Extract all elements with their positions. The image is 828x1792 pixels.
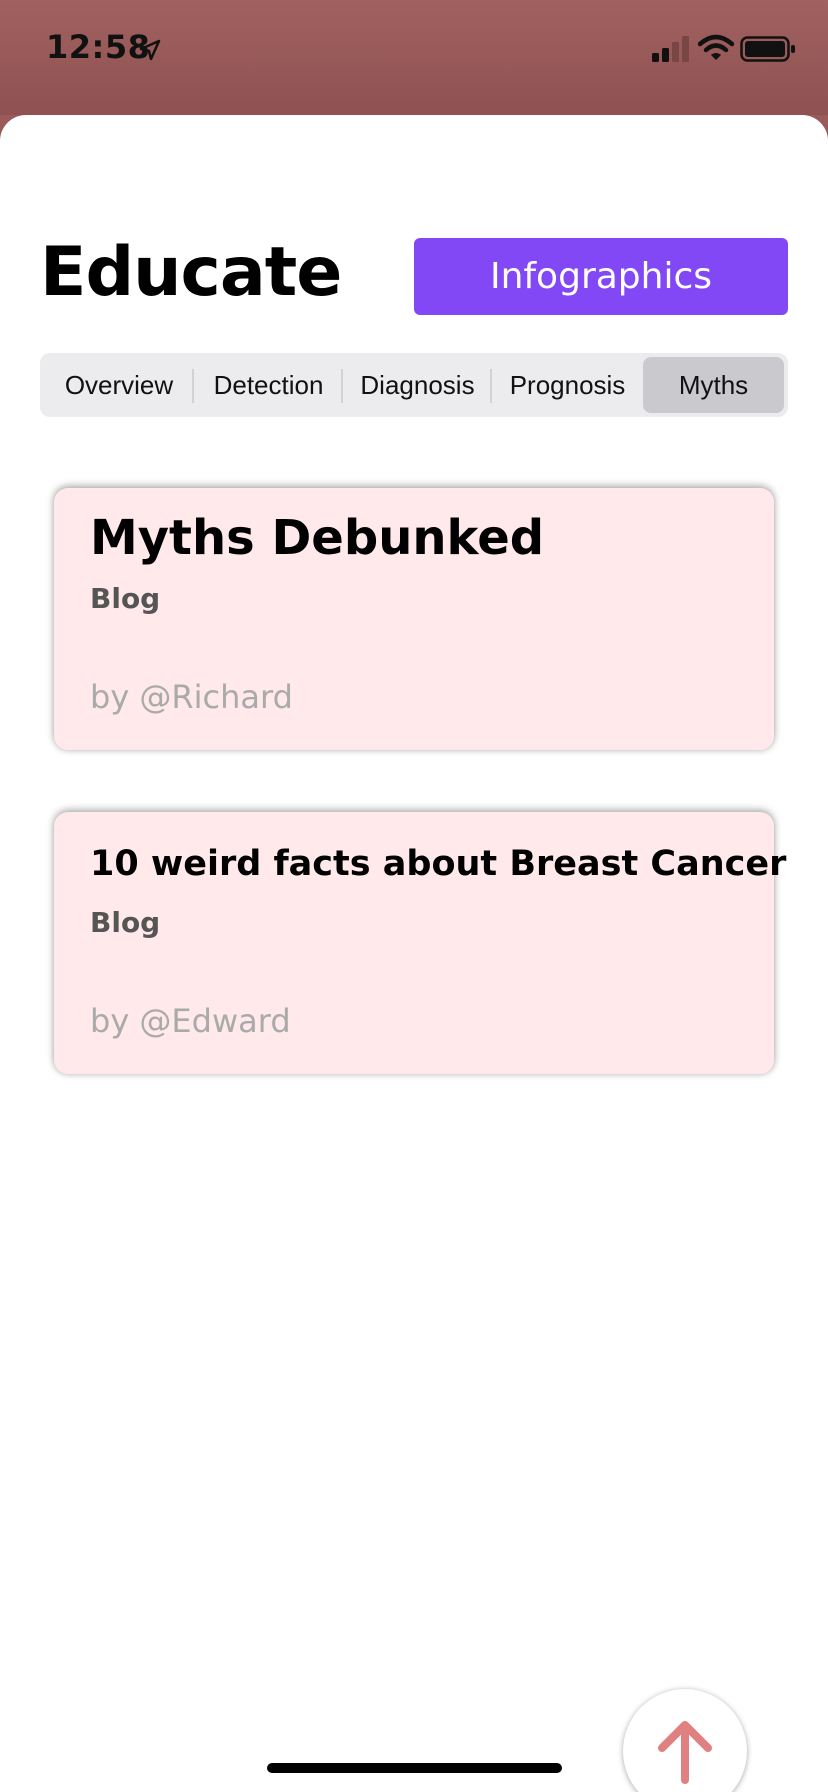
- section-tabs: Overview Detection Diagnosis Prognosis M…: [40, 353, 788, 417]
- location-arrow-icon: [139, 39, 161, 61]
- card-title: 10 weird facts about Breast Cancer: [90, 844, 787, 884]
- card-author: by @Richard: [90, 678, 293, 716]
- arrow-up-icon: [658, 1721, 712, 1784]
- card-type: Blog: [90, 906, 161, 939]
- article-card[interactable]: 10 weird facts about Breast Cancer Blog …: [54, 812, 786, 1074]
- tab-overview[interactable]: Overview: [44, 357, 194, 413]
- article-card[interactable]: Myths Debunked Blog by @Richard: [54, 488, 774, 750]
- cellular-signal-icon: [652, 36, 689, 62]
- page-title: Educate: [40, 233, 342, 312]
- scroll-to-top-button[interactable]: [623, 1689, 747, 1792]
- card-title: Myths Debunked: [90, 510, 545, 566]
- status-bar: 12:58: [0, 0, 828, 115]
- infographics-button[interactable]: Infographics: [414, 238, 788, 315]
- content-sheet: Educate Infographics Overview Detection …: [0, 115, 828, 1792]
- status-time: 12:58: [46, 28, 151, 66]
- home-indicator: [267, 1763, 562, 1773]
- tab-detection[interactable]: Detection: [194, 357, 343, 413]
- tab-prognosis[interactable]: Prognosis: [492, 357, 643, 413]
- battery-icon: [740, 36, 795, 62]
- wifi-icon: [698, 34, 734, 60]
- tab-diagnosis[interactable]: Diagnosis: [343, 357, 492, 413]
- card-type: Blog: [90, 582, 161, 615]
- card-author: by @Edward: [90, 1002, 291, 1040]
- tab-myths[interactable]: Myths: [643, 357, 784, 413]
